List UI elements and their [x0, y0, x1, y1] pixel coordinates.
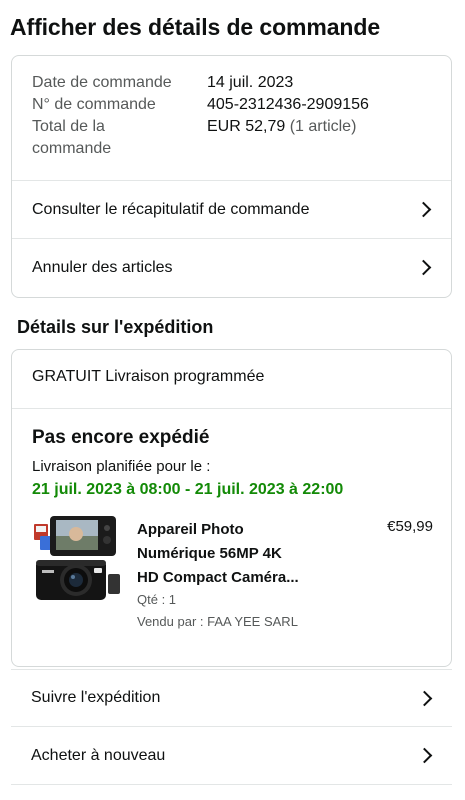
product-price: €59,99: [387, 518, 433, 535]
product-seller: Vendu par : FAA YEE SARL: [137, 614, 298, 629]
cancel-items-link[interactable]: Annuler des articles: [12, 238, 451, 296]
delivery-window: 21 juil. 2023 à 08:00 - 21 juil. 2023 à …: [32, 481, 344, 498]
order-date-label: Date de commande: [32, 74, 172, 91]
order-total-count: (1 article): [289, 118, 357, 135]
delivery-type: GRATUIT Livraison programmée: [32, 368, 265, 385]
order-total-row: Total de la commande EUR 52,79 (1 articl…: [32, 116, 369, 160]
product-title-line: Appareil Photo: [137, 521, 244, 538]
product-image[interactable]: [32, 514, 128, 604]
product-title-line: Numérique 56MP 4K: [137, 545, 282, 562]
shipping-section-title: Détails sur l'expédition: [17, 317, 214, 337]
chevron-right-icon: [416, 690, 433, 706]
buy-again-link[interactable]: Acheter à nouveau: [11, 727, 452, 785]
view-order-summary-link[interactable]: Consulter le récapitulatif de commande: [12, 180, 451, 238]
divider: [12, 408, 451, 409]
shipment-status: Pas encore expédié: [32, 427, 210, 448]
buy-again-label: Acheter à nouveau: [31, 746, 166, 764]
product-title[interactable]: Appareil Photo Numérique 56MP 4K HD Comp…: [137, 518, 347, 590]
product-title-line: HD Compact Caméra...: [137, 569, 299, 586]
page-title: Afficher des détails de commande: [10, 14, 381, 40]
track-shipment-link[interactable]: Suivre l'expédition: [11, 669, 452, 727]
chevron-right-icon: [415, 201, 432, 218]
cancel-items-label: Annuler des articles: [32, 258, 173, 276]
order-number-value: 405-2312436-2909156: [207, 96, 369, 113]
product-item[interactable]: Appareil Photo Numérique 56MP 4K HD Comp…: [32, 514, 437, 634]
view-order-summary-label: Consulter le récapitulatif de commande: [32, 200, 310, 218]
order-summary-card: Date de commande 14 juil. 2023 N° de com…: [11, 55, 452, 298]
order-number-label: N° de commande: [32, 96, 156, 113]
order-total-label-text: Total de la commande: [32, 118, 112, 157]
order-number-row: N° de commande 405-2312436-2909156: [32, 94, 369, 116]
planned-delivery-label: Livraison planifiée pour le :: [32, 458, 211, 475]
order-total-label: Total de la commande: [32, 116, 207, 160]
shipment-card: GRATUIT Livraison programmée Pas encore …: [11, 349, 452, 667]
order-details: Date de commande 14 juil. 2023 N° de com…: [32, 72, 369, 160]
order-total-amount: EUR 52,79: [207, 118, 286, 135]
chevron-right-icon: [415, 259, 432, 276]
order-date-value: 14 juil. 2023: [207, 74, 294, 91]
chevron-right-icon: [416, 747, 433, 764]
product-quantity: Qté : 1: [137, 592, 177, 607]
track-shipment-label: Suivre l'expédition: [31, 689, 161, 706]
order-total-value: EUR 52,79 (1 article): [207, 116, 356, 160]
order-date-row: Date de commande 14 juil. 2023: [32, 72, 369, 94]
